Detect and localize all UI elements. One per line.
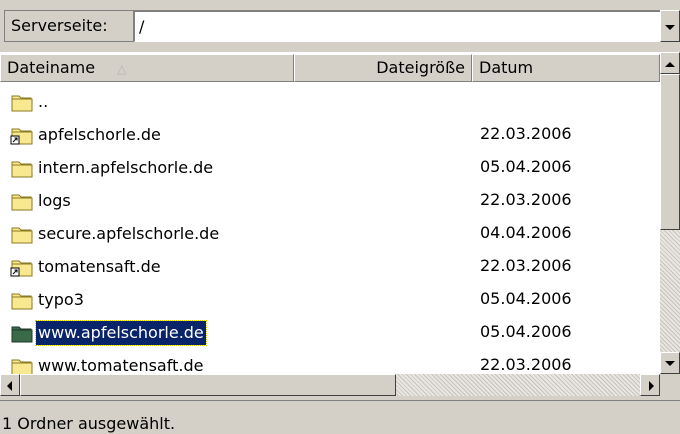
folder-icon xyxy=(11,326,33,342)
file-row[interactable]: secure.apfelschorle.de 04.04.2006 xyxy=(0,216,660,250)
column-header-size[interactable]: Dateigröße xyxy=(294,54,472,82)
file-row[interactable]: tomatensaft.de 22.03.2006 xyxy=(0,249,660,283)
folder-link-icon xyxy=(10,260,33,276)
folder-icon xyxy=(11,359,33,374)
file-name-cell[interactable]: www.apfelschorle.de xyxy=(10,319,207,346)
folder-icon xyxy=(11,194,33,210)
file-list[interactable]: Dateiname △ Dateigröße Datum .. apfelschor… xyxy=(0,52,660,374)
file-name-cell[interactable]: typo3 xyxy=(10,286,86,312)
horizontal-scroll-thumb[interactable] xyxy=(20,374,396,396)
file-name-cell[interactable]: .. xyxy=(10,88,50,114)
arrow-right-icon xyxy=(649,381,654,391)
file-date: 05.04.2006 xyxy=(480,322,572,341)
scroll-up-button[interactable] xyxy=(660,52,680,74)
file-date: 05.04.2006 xyxy=(480,289,572,308)
file-name: intern.apfelschorle.de xyxy=(38,157,214,177)
file-row[interactable]: www.apfelschorle.de 05.04.2006 xyxy=(0,315,660,349)
file-name: typo3 xyxy=(38,289,84,309)
vertical-scrollbar[interactable] xyxy=(660,52,680,374)
file-date: 04.04.2006 xyxy=(480,223,572,242)
path-dropdown-button[interactable] xyxy=(660,10,680,42)
column-header-date[interactable]: Datum xyxy=(472,54,660,82)
path-bar: Serverseite: / xyxy=(0,0,680,52)
file-name-cell[interactable]: www.tomatensaft.de xyxy=(10,352,205,374)
file-row[interactable]: intern.apfelschorle.de 05.04.2006 xyxy=(0,150,660,184)
column-header-name-label: Dateiname xyxy=(7,58,96,77)
scrollbar-corner xyxy=(660,374,680,396)
file-row[interactable]: apfelschorle.de 22.03.2006 xyxy=(0,117,660,151)
file-row[interactable]: .. xyxy=(0,84,660,118)
file-date: 22.03.2006 xyxy=(480,190,572,209)
column-header-row: Dateiname △ Dateigröße Datum xyxy=(0,54,660,82)
file-name: secure.apfelschorle.de xyxy=(38,223,220,243)
status-text: 1 Ordner ausgewählt. xyxy=(2,414,176,433)
status-bar: 1 Ordner ausgewählt. xyxy=(0,400,680,434)
file-name-cell[interactable]: intern.apfelschorle.de xyxy=(10,154,215,180)
path-input[interactable]: / xyxy=(134,10,662,42)
folder-icon xyxy=(11,227,33,243)
file-row[interactable]: typo3 05.04.2006 xyxy=(0,282,660,316)
folder-icon xyxy=(11,293,33,309)
file-row[interactable]: www.tomatensaft.de 22.03.2006 xyxy=(0,348,660,374)
arrow-left-icon xyxy=(7,381,12,391)
file-name: logs xyxy=(38,190,71,210)
folder-icon xyxy=(11,161,33,177)
file-date: 22.03.2006 xyxy=(480,256,572,275)
folder-link-icon xyxy=(10,128,33,144)
chevron-down-icon xyxy=(665,25,675,30)
horizontal-scrollbar[interactable] xyxy=(0,374,660,396)
file-name: .. xyxy=(38,91,49,111)
arrow-up-icon xyxy=(665,62,675,67)
file-row[interactable]: logs 22.03.2006 xyxy=(0,183,660,217)
column-header-name[interactable]: Dateiname △ xyxy=(0,54,294,82)
file-name: apfelschorle.de xyxy=(38,124,161,144)
file-name-cell[interactable]: apfelschorle.de xyxy=(10,121,163,147)
file-date: 22.03.2006 xyxy=(480,124,572,143)
vertical-scroll-thumb[interactable] xyxy=(660,74,680,230)
file-name-cell[interactable]: tomatensaft.de xyxy=(10,253,163,279)
file-name: tomatensaft.de xyxy=(38,256,161,276)
path-label: Serverseite: xyxy=(4,10,134,42)
arrow-down-icon xyxy=(665,361,675,366)
file-name-cell[interactable]: secure.apfelschorle.de xyxy=(10,220,221,246)
scroll-down-button[interactable] xyxy=(660,352,680,374)
file-name-cell[interactable]: logs xyxy=(10,187,73,213)
file-date: 05.04.2006 xyxy=(480,157,572,176)
scroll-right-button[interactable] xyxy=(640,374,660,396)
folder-icon xyxy=(11,95,33,111)
file-name: www.apfelschorle.de xyxy=(35,319,207,346)
sort-ascending-icon: △ xyxy=(117,62,127,76)
file-name: www.tomatensaft.de xyxy=(38,355,204,375)
scroll-left-button[interactable] xyxy=(0,374,20,396)
file-date: 22.03.2006 xyxy=(480,355,572,374)
